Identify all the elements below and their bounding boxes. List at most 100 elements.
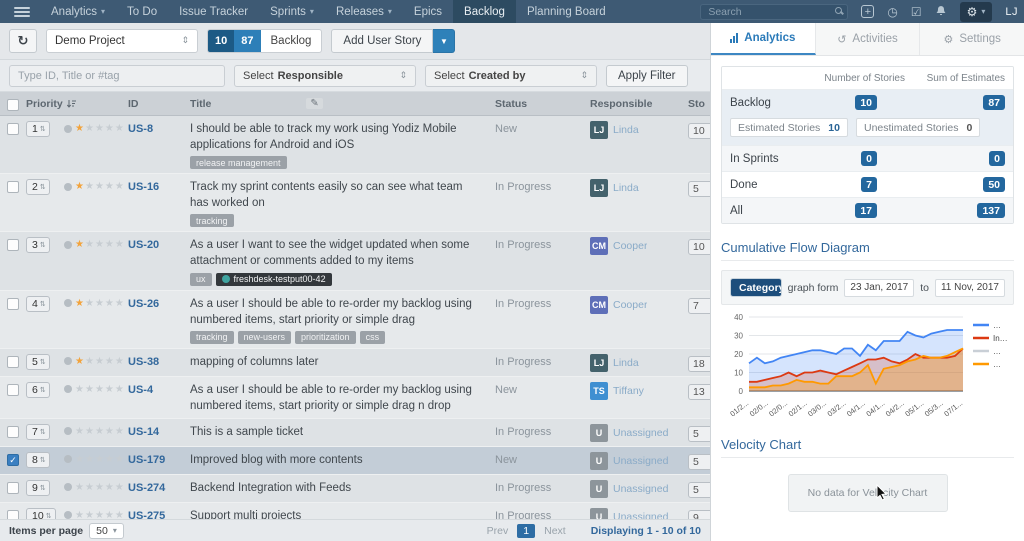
star-icon[interactable]: ★ — [105, 181, 114, 192]
tab-settings[interactable]: ⚙ Settings — [920, 23, 1024, 55]
star-icon[interactable]: ★ — [105, 454, 114, 465]
row-checkbox[interactable] — [7, 510, 19, 519]
select-all-checkbox[interactable] — [7, 99, 19, 111]
star-icon[interactable]: ★ — [105, 239, 114, 250]
star-icon[interactable]: ★ — [75, 239, 84, 250]
story-title[interactable]: Track my sprint contents easily so can s… — [190, 179, 495, 211]
tag-chip[interactable]: new-users — [238, 331, 292, 344]
estimate-header[interactable]: Sto — [688, 98, 710, 110]
story-id-link[interactable]: US-26 — [128, 296, 190, 310]
stats-row-in-sprints[interactable]: In Sprints 0 0 — [722, 145, 1013, 171]
table-row[interactable]: 4 ⇅ ★★★★★ US-26 As a user I should be ab… — [0, 291, 710, 349]
tasks-icon[interactable]: ☑ — [911, 6, 922, 18]
star-icon[interactable]: ★ — [75, 298, 84, 309]
star-icon[interactable]: ★ — [105, 298, 114, 309]
rating-circle-icon[interactable] — [64, 511, 72, 519]
user-initials[interactable]: LJ — [1005, 6, 1018, 18]
priority-stepper[interactable]: 10 ⇅ — [26, 508, 56, 519]
star-icon[interactable]: ★ — [95, 181, 104, 192]
row-checkbox[interactable] — [7, 426, 19, 438]
avatar[interactable]: U — [590, 452, 608, 470]
avatar[interactable]: TS — [590, 382, 608, 400]
rating-circle-icon[interactable] — [64, 455, 72, 463]
story-id-link[interactable]: US-179 — [128, 452, 190, 466]
priority-stepper[interactable]: 4 ⇅ — [26, 296, 50, 312]
estimate-value[interactable]: 13 — [688, 384, 710, 400]
star-icon[interactable]: ★ — [85, 384, 94, 395]
bell-icon[interactable] — [935, 5, 947, 19]
add-icon[interactable]: + — [861, 5, 874, 18]
tag-chip[interactable]: css — [360, 331, 386, 344]
star-icon[interactable]: ★ — [115, 239, 124, 250]
star-icon[interactable]: ★ — [75, 510, 84, 519]
star-icon[interactable]: ★ — [115, 482, 124, 493]
star-icon[interactable]: ★ — [85, 123, 94, 134]
table-row[interactable]: 6 ⇅ ★★★★★ US-4 As a user I should be abl… — [0, 377, 710, 419]
estimated-stories-chip[interactable]: Estimated Stories 10 — [730, 118, 848, 137]
avatar[interactable]: U — [590, 424, 608, 442]
story-id-link[interactable]: US-20 — [128, 237, 190, 251]
table-row[interactable]: 9 ⇅ ★★★★★ US-274 Backend Integration wit… — [0, 475, 710, 503]
row-checkbox[interactable] — [7, 384, 19, 396]
edit-pencil-icon[interactable]: ✎ — [306, 98, 322, 109]
search-input[interactable] — [700, 4, 848, 20]
star-icon[interactable]: ★ — [95, 384, 104, 395]
title-header[interactable]: Title — [190, 98, 211, 110]
priority-stepper[interactable]: 3 ⇅ — [26, 237, 50, 253]
table-row[interactable]: 1 ⇅ ★★★★★ US-8 I should be able to track… — [0, 116, 710, 174]
timer-icon[interactable]: ◷ — [887, 6, 897, 18]
priority-header[interactable]: Priority — [26, 98, 63, 110]
items-per-page-select[interactable]: 50 ▾ — [89, 523, 124, 539]
priority-stepper[interactable]: 1 ⇅ — [26, 121, 50, 137]
tag-chip[interactable]: tracking — [190, 331, 234, 344]
rating-circle-icon[interactable] — [64, 241, 72, 249]
star-icon[interactable]: ★ — [85, 482, 94, 493]
estimate-value[interactable]: 10 — [688, 239, 710, 255]
star-icon[interactable]: ★ — [95, 298, 104, 309]
star-icon[interactable]: ★ — [105, 482, 114, 493]
star-icon[interactable]: ★ — [115, 426, 124, 437]
star-icon[interactable]: ★ — [95, 482, 104, 493]
sort-icon[interactable] — [66, 99, 76, 109]
star-icon[interactable]: ★ — [105, 123, 114, 134]
star-icon[interactable]: ★ — [105, 356, 114, 367]
created-by-select[interactable]: SelectCreated by ⇕ — [425, 65, 597, 87]
star-icon[interactable]: ★ — [85, 239, 94, 250]
star-icon[interactable]: ★ — [75, 454, 84, 465]
estimate-value[interactable]: 18 — [688, 356, 710, 372]
tag-chip[interactable]: ux — [190, 273, 212, 286]
avatar[interactable]: LJ — [590, 354, 608, 372]
filter-search-input[interactable] — [9, 65, 225, 87]
story-id-link[interactable]: US-16 — [128, 179, 190, 193]
date-from-input[interactable]: 23 Jan, 2017 — [844, 279, 914, 297]
star-icon[interactable]: ★ — [115, 181, 124, 192]
tag-chip[interactable]: freshdesk-testput00-42 — [216, 273, 332, 286]
star-icon[interactable]: ★ — [115, 298, 124, 309]
apply-filter-button[interactable]: Apply Filter — [606, 65, 688, 87]
current-page-button[interactable]: 1 — [517, 524, 535, 538]
project-select[interactable]: Demo Project ⇕ — [46, 29, 198, 53]
next-page-button[interactable]: Next — [544, 525, 566, 537]
row-checkbox[interactable] — [7, 482, 19, 494]
star-icon[interactable]: ★ — [85, 356, 94, 367]
settings-menu[interactable]: ⚙ ▾ — [960, 2, 993, 22]
star-icon[interactable]: ★ — [105, 384, 114, 395]
star-icon[interactable]: ★ — [85, 181, 94, 192]
row-checkbox[interactable] — [7, 298, 19, 310]
star-icon[interactable]: ★ — [115, 123, 124, 134]
story-title[interactable]: As a user I should be able to re-order m… — [190, 382, 495, 414]
story-title[interactable]: I should be able to track my work using … — [190, 121, 495, 153]
avatar[interactable]: CM — [590, 296, 608, 314]
tag-chip[interactable]: tracking — [190, 214, 234, 227]
rating-circle-icon[interactable] — [64, 299, 72, 307]
star-icon[interactable]: ★ — [75, 356, 84, 367]
status-header[interactable]: Status — [495, 98, 590, 110]
avatar[interactable]: U — [590, 508, 608, 519]
nav-item-backlog[interactable]: Backlog — [453, 0, 516, 23]
stats-row-all[interactable]: All 17 137 — [722, 197, 1013, 223]
table-row[interactable]: 2 ⇅ ★★★★★ US-16 Track my sprint contents… — [0, 174, 710, 232]
avatar[interactable]: LJ — [590, 121, 608, 139]
star-icon[interactable]: ★ — [95, 454, 104, 465]
avatar[interactable]: LJ — [590, 179, 608, 197]
star-icon[interactable]: ★ — [85, 454, 94, 465]
